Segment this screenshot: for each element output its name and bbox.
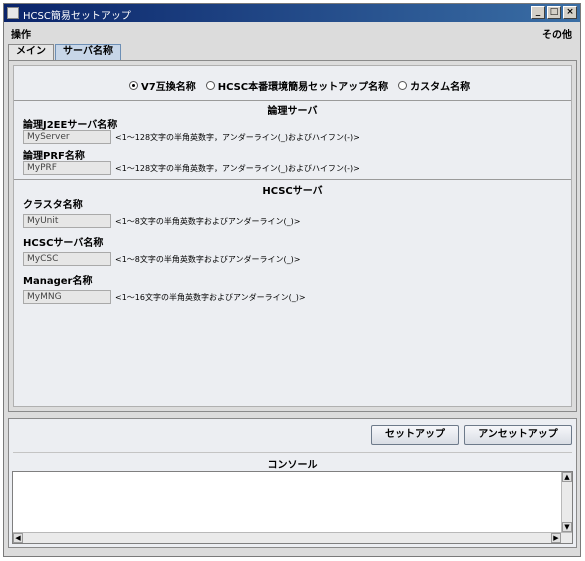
server-names-panel: V7互換名称 HCSC本番環境簡易セットアップ名称 カスタム名称 論理サーバ 論… [8, 60, 577, 412]
hcsc-server-name-field[interactable]: MyCSC [23, 252, 111, 266]
menu-operation[interactable]: 操作 [11, 26, 31, 41]
radio-selected-icon[interactable] [129, 81, 138, 90]
manager-name-hint: <1～16文字の半角英数字およびアンダーライン(_)> [115, 293, 306, 302]
hcsc-server-name-label: HCSCサーバ名称 [23, 238, 104, 249]
tab-main[interactable]: メイン [8, 44, 54, 60]
radio-custom-label: カスタム名称 [410, 82, 471, 93]
window-controls: _ □ × [531, 6, 577, 19]
cluster-name-field[interactable]: MyUnit [23, 214, 111, 228]
radio-hcsc-label: HCSC本番環境簡易セットアップ名称 [217, 82, 389, 93]
prf-name-hint: <1～128文字の半角英数字，アンダーライン(_)およびハイフン(-)> [115, 164, 360, 173]
cluster-name-hint: <1～8文字の半角英数字およびアンダーライン(_)> [115, 217, 301, 226]
server-names-content: V7互換名称 HCSC本番環境簡易セットアップ名称 カスタム名称 論理サーバ 論… [13, 65, 572, 407]
app-icon [7, 7, 19, 19]
horizontal-scrollbar[interactable]: ◀ ▶ [13, 532, 572, 543]
logical-server-title: 論理サーバ [267, 106, 318, 117]
prf-name-label: 論理PRF名称 [23, 151, 85, 162]
app-window: HCSC簡易セットアップ _ □ × 操作 その他 メイン サーバ名称 V7互換… [3, 3, 581, 557]
tab-server-names[interactable]: サーバ名称 [55, 44, 121, 60]
naming-mode-group: V7互換名称 HCSC本番環境簡易セットアップ名称 カスタム名称 [129, 78, 470, 93]
section-divider [14, 179, 571, 180]
prf-name-field[interactable]: MyPRF [23, 161, 111, 175]
hcsc-server-title: HCSCサーバ [262, 186, 323, 197]
j2ee-server-name-field[interactable]: MyServer [23, 130, 111, 144]
radio-unselected-icon[interactable] [205, 81, 215, 90]
vertical-scrollbar[interactable]: ▲ ▼ [561, 472, 572, 532]
scroll-left-icon[interactable]: ◀ [13, 533, 23, 543]
radio-unselected-icon[interactable] [398, 81, 408, 90]
console-title: コンソール [267, 460, 318, 471]
j2ee-server-name-hint: <1～128文字の半角英数字，アンダーライン(_)およびハイフン(-)> [115, 133, 360, 142]
radio-hcsc-production[interactable]: HCSC本番環境簡易セットアップ名称 [205, 78, 389, 93]
close-icon[interactable]: × [563, 6, 577, 19]
scroll-down-icon[interactable]: ▼ [562, 522, 572, 532]
j2ee-server-name-label: 論理J2EEサーバ名称 [23, 120, 118, 131]
setup-button[interactable]: セットアップ [371, 425, 459, 445]
console-output[interactable]: ▲ ▼ ◀ ▶ [12, 471, 573, 544]
menu-other[interactable]: その他 [542, 26, 572, 41]
cluster-name-label: クラスタ名称 [23, 200, 83, 211]
menu-bar: 操作 その他 [4, 22, 580, 42]
radio-v7-label: V7互換名称 [141, 82, 196, 93]
manager-name-field[interactable]: MyMNG [23, 290, 111, 304]
title-bar[interactable]: HCSC簡易セットアップ _ □ × [4, 4, 580, 22]
maximize-icon[interactable]: □ [547, 6, 561, 19]
window-title: HCSC簡易セットアップ [23, 11, 131, 22]
section-divider [14, 100, 571, 101]
manager-name-label: Manager名称 [23, 276, 93, 287]
scroll-right-icon[interactable]: ▶ [551, 533, 561, 543]
unsetup-button[interactable]: アンセットアップ [464, 425, 572, 445]
radio-custom[interactable]: カスタム名称 [398, 78, 470, 93]
hcsc-server-name-hint: <1～8文字の半角英数字およびアンダーライン(_)> [115, 255, 301, 264]
action-panel: セットアップ アンセットアップ コンソール ▲ ▼ ◀ ▶ [8, 418, 577, 548]
console-divider [13, 452, 572, 453]
scroll-up-icon[interactable]: ▲ [562, 472, 572, 482]
radio-v7-compatible[interactable]: V7互換名称 [129, 78, 196, 93]
minimize-icon[interactable]: _ [531, 6, 545, 19]
